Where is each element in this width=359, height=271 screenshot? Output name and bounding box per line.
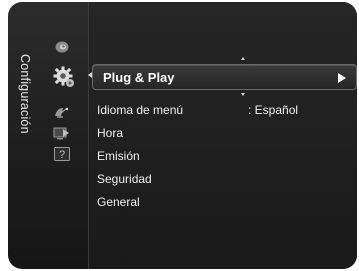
menu-item-value: : Español — [248, 103, 299, 117]
input-icon[interactable] — [50, 123, 74, 143]
menu-title: Configuración — [18, 54, 32, 134]
menu-item-seguridad[interactable]: Seguridad — [97, 172, 152, 186]
menu-item-label: Seguridad — [97, 172, 152, 186]
menu-item-label: Idioma de menú — [97, 103, 184, 117]
setup-menu-panel: Configuración ? Plug & Play Idioma de me… — [8, 2, 357, 269]
category-icon-column: ? — [50, 2, 84, 269]
tv-frame: Configuración ? Plug & Play Idioma de me… — [0, 0, 359, 271]
menu-item-label: General — [97, 195, 140, 209]
menu-item-general[interactable]: General — [97, 195, 140, 209]
satellite-dish-icon[interactable] — [50, 102, 74, 122]
svg-text:?: ? — [59, 149, 65, 161]
menu-item-plug-and-play[interactable]: Plug & Play — [92, 64, 357, 90]
menu-content-area — [89, 2, 357, 269]
picture-icon[interactable] — [50, 37, 74, 57]
help-icon[interactable]: ? — [50, 144, 74, 164]
menu-item-idioma[interactable]: Idioma de menú — [97, 103, 183, 117]
menu-item-label: Hora — [97, 126, 124, 140]
scroll-down-icon[interactable] — [241, 93, 245, 96]
settings-gear-icon[interactable] — [50, 64, 78, 90]
menu-item-label: Emisión — [97, 149, 140, 163]
menu-item-emision[interactable]: Emisión — [97, 149, 140, 163]
menu-item-hora[interactable]: Hora — [97, 126, 123, 140]
panel-divider — [88, 2, 89, 269]
menu-item-label: Plug & Play — [103, 70, 175, 85]
scroll-up-icon[interactable] — [241, 57, 245, 60]
arrow-right-icon — [338, 73, 346, 83]
